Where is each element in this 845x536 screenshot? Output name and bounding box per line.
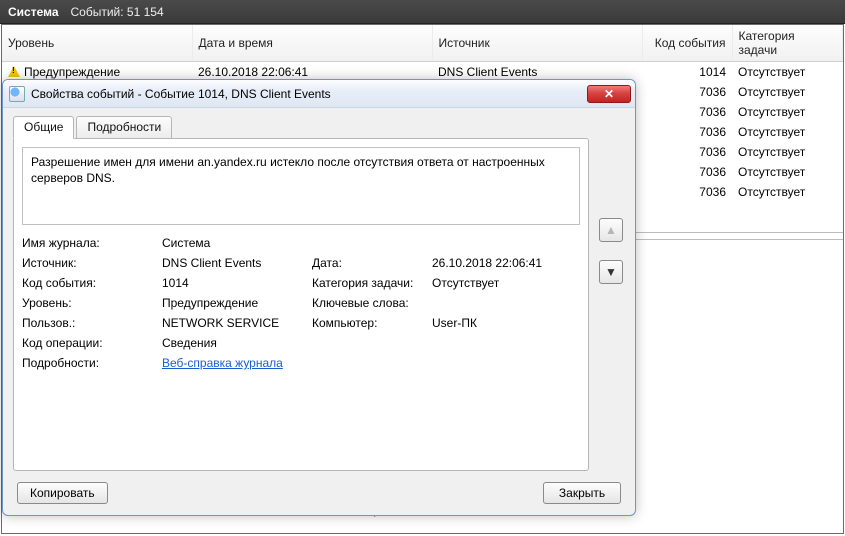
tab-panel-general: Разрешение имен для имени an.yandex.ru и… [13,138,589,471]
label-date: Дата: [312,256,432,270]
label-level: Уровень: [22,296,162,310]
cell-event-id: 7036 [642,182,732,202]
cell-task-cat: Отсутствует [732,102,843,122]
value-user: NETWORK SERVICE [162,316,302,330]
web-help-link[interactable]: Веб-справка журнала [162,356,283,370]
warning-icon [8,66,20,77]
col-level[interactable]: Уровень [2,25,192,62]
tab-general[interactable]: Общие [13,116,74,139]
cell-level: Предупреждение [24,65,120,79]
col-datetime[interactable]: Дата и время [192,25,432,62]
cell-task-cat: Отсутствует [732,162,843,182]
dialog-titlebar[interactable]: Свойства событий - Событие 1014, DNS Cli… [3,80,635,108]
label-task-cat: Категория задачи: [312,276,432,290]
close-dialog-button[interactable]: Закрыть [543,482,621,504]
cell-event-id: 7036 [642,82,732,102]
cell-event-id: 7036 [642,142,732,162]
value-event-id: 1014 [162,276,302,290]
app-title: Система [8,5,59,19]
label-opcode: Код операции: [22,336,162,350]
event-count: Событий: 51 154 [71,5,164,19]
cell-task-cat: Отсутствует [732,182,843,202]
tab-details[interactable]: Подробности [76,116,172,139]
properties-grid: Имя журнала:Система Источник:DNS Client … [22,233,580,462]
header-bar: Система Событий: 51 154 [0,0,845,24]
close-button[interactable]: ✕ [587,85,631,103]
dialog-title: Свойства событий - Событие 1014, DNS Cli… [31,87,587,101]
arrow-down-icon: ▼ [605,265,617,279]
cell-task-cat: Отсутствует [732,122,843,142]
label-source: Источник: [22,256,162,270]
label-journal: Имя журнала: [22,236,162,250]
value-journal: Система [162,236,302,250]
cell-task-cat: Отсутствует [732,142,843,162]
label-event-id: Код события: [22,276,162,290]
value-date: 26.10.2018 22:06:41 [432,256,580,270]
col-source[interactable]: Источник [432,25,642,62]
col-event-id[interactable]: Код события [642,25,732,62]
event-icon [9,86,25,102]
event-description: Разрешение имен для имени an.yandex.ru и… [22,147,580,225]
cell-event-id: 1014 [642,62,732,82]
value-keywords [432,296,580,310]
label-user: Пользов.: [22,316,162,330]
label-details: Подробности: [22,356,162,370]
close-icon: ✕ [604,87,614,101]
arrow-up-icon: ▲ [605,223,617,237]
cell-event-id: 7036 [642,122,732,142]
cell-task-cat: Отсутствует [732,82,843,102]
value-opcode: Сведения [162,336,302,350]
col-task-cat[interactable]: Категория задачи [732,25,843,62]
value-computer: User-ПК [432,316,580,330]
next-event-button[interactable]: ▼ [599,260,623,284]
value-task-cat: Отсутствует [432,276,580,290]
prev-event-button[interactable]: ▲ [599,218,623,242]
cell-event-id: 7036 [642,162,732,182]
cell-task-cat: Отсутствует [732,62,843,82]
event-properties-dialog: Свойства событий - Событие 1014, DNS Cli… [2,79,636,516]
label-computer: Компьютер: [312,316,432,330]
label-keywords: Ключевые слова: [312,296,432,310]
cell-event-id: 7036 [642,102,732,122]
copy-button[interactable]: Копировать [17,482,108,504]
value-source: DNS Client Events [162,256,302,270]
value-level: Предупреждение [162,296,302,310]
